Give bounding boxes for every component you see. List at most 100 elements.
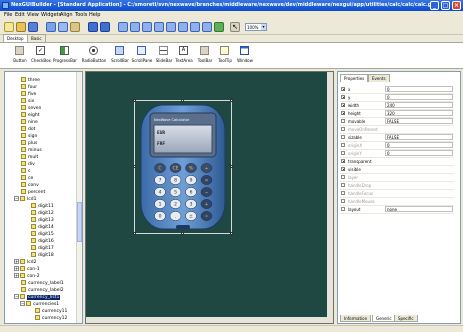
palette-button[interactable]: Button (13, 45, 27, 67)
tab-events[interactable]: Events (368, 74, 390, 82)
canvas-horizontal-scrollbar[interactable] (86, 317, 333, 323)
tab-information[interactable]: Information (340, 315, 372, 322)
menu-tools[interactable]: Tools (75, 11, 87, 20)
property-value-field[interactable] (385, 190, 453, 196)
property-checkbox[interactable] (341, 135, 345, 139)
tree-toggle-icon[interactable]: − (14, 294, 19, 299)
align-middle-icon[interactable] (166, 22, 176, 32)
property-checkbox[interactable]: ✕ (341, 167, 345, 172)
tree-scrollbar[interactable] (76, 72, 82, 323)
property-checkbox[interactable] (341, 127, 345, 131)
maximize-button[interactable]: □ (441, 1, 450, 10)
property-value-field[interactable]: 320 (385, 110, 453, 116)
property-value-field[interactable]: 0 (385, 150, 453, 156)
run-icon[interactable] (214, 22, 224, 32)
property-checkbox[interactable] (341, 183, 345, 187)
zoom-select[interactable]: 100% ▾ (245, 23, 267, 31)
tab-basic[interactable]: Basic (27, 34, 46, 42)
resize-handle[interactable] (230, 165, 233, 168)
calculator-widget[interactable]: NexWave Calculator EUR FRF C CE% ÷ 7 8 9 × 4 5 6 −… (138, 103, 228, 231)
resize-handle[interactable] (181, 99, 184, 102)
tab-desktop[interactable]: Desktop (3, 34, 28, 42)
property-value-field[interactable]: FALSE (385, 134, 453, 140)
widget-tree[interactable]: three four five six seven eight nine dot sign plu… (4, 71, 83, 324)
resize-handle[interactable] (133, 232, 136, 235)
align-bottom-icon[interactable] (178, 22, 188, 32)
resize-handle[interactable] (230, 232, 233, 235)
align-left-icon[interactable] (118, 22, 128, 32)
copy-icon[interactable] (46, 22, 56, 32)
minimize-button[interactable]: _ (430, 1, 439, 10)
same-height-icon[interactable] (202, 22, 212, 32)
tree-toggle-icon[interactable]: + (14, 273, 19, 278)
resize-handle[interactable] (133, 99, 136, 102)
tree-toggle-icon[interactable]: − (14, 196, 19, 201)
menu-file[interactable]: File (4, 11, 12, 20)
same-width-icon[interactable] (190, 22, 200, 32)
palette-checkbox[interactable]: ✓ CheckBox (31, 45, 51, 67)
palette-slidebar[interactable]: SlideBar (156, 45, 172, 67)
property-checkbox[interactable]: ✕ (341, 111, 345, 116)
new-file-icon[interactable] (4, 22, 14, 32)
property-value-field[interactable]: none (385, 206, 453, 212)
property-checkbox[interactable]: ✕ (341, 103, 345, 108)
palette-radiobutton[interactable]: RadioButton (82, 45, 106, 67)
canvas-vertical-scrollbar[interactable] (327, 72, 333, 323)
property-checkbox[interactable] (341, 207, 345, 211)
resize-handle[interactable] (133, 165, 136, 168)
menu-help[interactable]: Help (89, 11, 100, 20)
property-value-field[interactable] (385, 166, 453, 172)
design-canvas[interactable]: NexWave Calculator EUR FRF C CE% ÷ 7 8 9 × 4 5 6 −… (85, 71, 334, 324)
tree-toggle-icon[interactable]: + (14, 266, 19, 271)
property-value-field[interactable] (385, 182, 453, 188)
menu-widgets[interactable]: Widgets (41, 11, 61, 20)
tab-properties[interactable]: Properties (340, 74, 369, 82)
open-folder-icon[interactable] (16, 22, 26, 32)
tree-item[interactable]: currency12 (35, 315, 67, 323)
property-checkbox[interactable]: ✕ (341, 159, 345, 164)
tree-toggle-icon[interactable]: − (20, 301, 25, 306)
palette-scrollbar[interactable]: ScrollBar (111, 45, 129, 67)
property-value-field[interactable]: 240 (385, 102, 453, 108)
property-value-field[interactable]: FALSE (385, 118, 453, 124)
property-value-field[interactable] (385, 174, 453, 180)
menu-edit[interactable]: Edit (15, 11, 25, 20)
property-checkbox[interactable] (341, 199, 345, 203)
cut-icon[interactable] (58, 22, 68, 32)
property-checkbox[interactable] (341, 191, 345, 195)
palette-progressbar[interactable]: ProgressBar (53, 45, 77, 67)
tree-toggle-icon[interactable]: + (14, 259, 19, 264)
paste-icon[interactable] (70, 22, 80, 32)
property-checkbox[interactable] (341, 175, 345, 179)
property-value-field[interactable]: 0 (385, 142, 453, 148)
property-value-field[interactable]: 0 (385, 94, 453, 100)
property-value-field[interactable] (385, 158, 453, 164)
palette-tooltip[interactable]: ToolTip (218, 45, 232, 67)
close-button[interactable]: × (452, 1, 461, 10)
resize-handle[interactable] (230, 99, 233, 102)
property-value-field[interactable]: 0 (385, 86, 453, 92)
palette-textarea[interactable]: A TextArea (175, 45, 193, 67)
tab-specific[interactable]: Specific (394, 315, 418, 322)
resize-handle[interactable] (181, 232, 184, 235)
tab-generic[interactable]: Generic (372, 315, 396, 322)
property-checkbox[interactable]: ✕ (341, 95, 345, 100)
pointer-icon[interactable]: ↖ (230, 22, 240, 32)
property-checkbox[interactable]: ✕ (341, 87, 345, 92)
menu-align[interactable]: Align (60, 11, 73, 20)
align-right-icon[interactable] (142, 22, 152, 32)
property-checkbox[interactable] (341, 143, 345, 147)
align-center-icon[interactable] (130, 22, 140, 32)
menu-view[interactable]: View (27, 11, 39, 20)
property-checkbox[interactable] (341, 119, 345, 123)
redo-icon[interactable] (100, 22, 110, 32)
align-top-icon[interactable] (154, 22, 164, 32)
undo-icon[interactable] (88, 22, 98, 32)
property-checkbox[interactable] (341, 151, 345, 155)
scrollbar-thumb[interactable] (77, 202, 82, 242)
property-value-field[interactable] (385, 198, 453, 204)
save-icon[interactable] (28, 22, 38, 32)
palette-toolbar[interactable]: ToolBar (198, 45, 212, 67)
palette-window[interactable]: Window (237, 45, 253, 67)
chevron-down-icon[interactable]: ▾ (261, 24, 266, 30)
